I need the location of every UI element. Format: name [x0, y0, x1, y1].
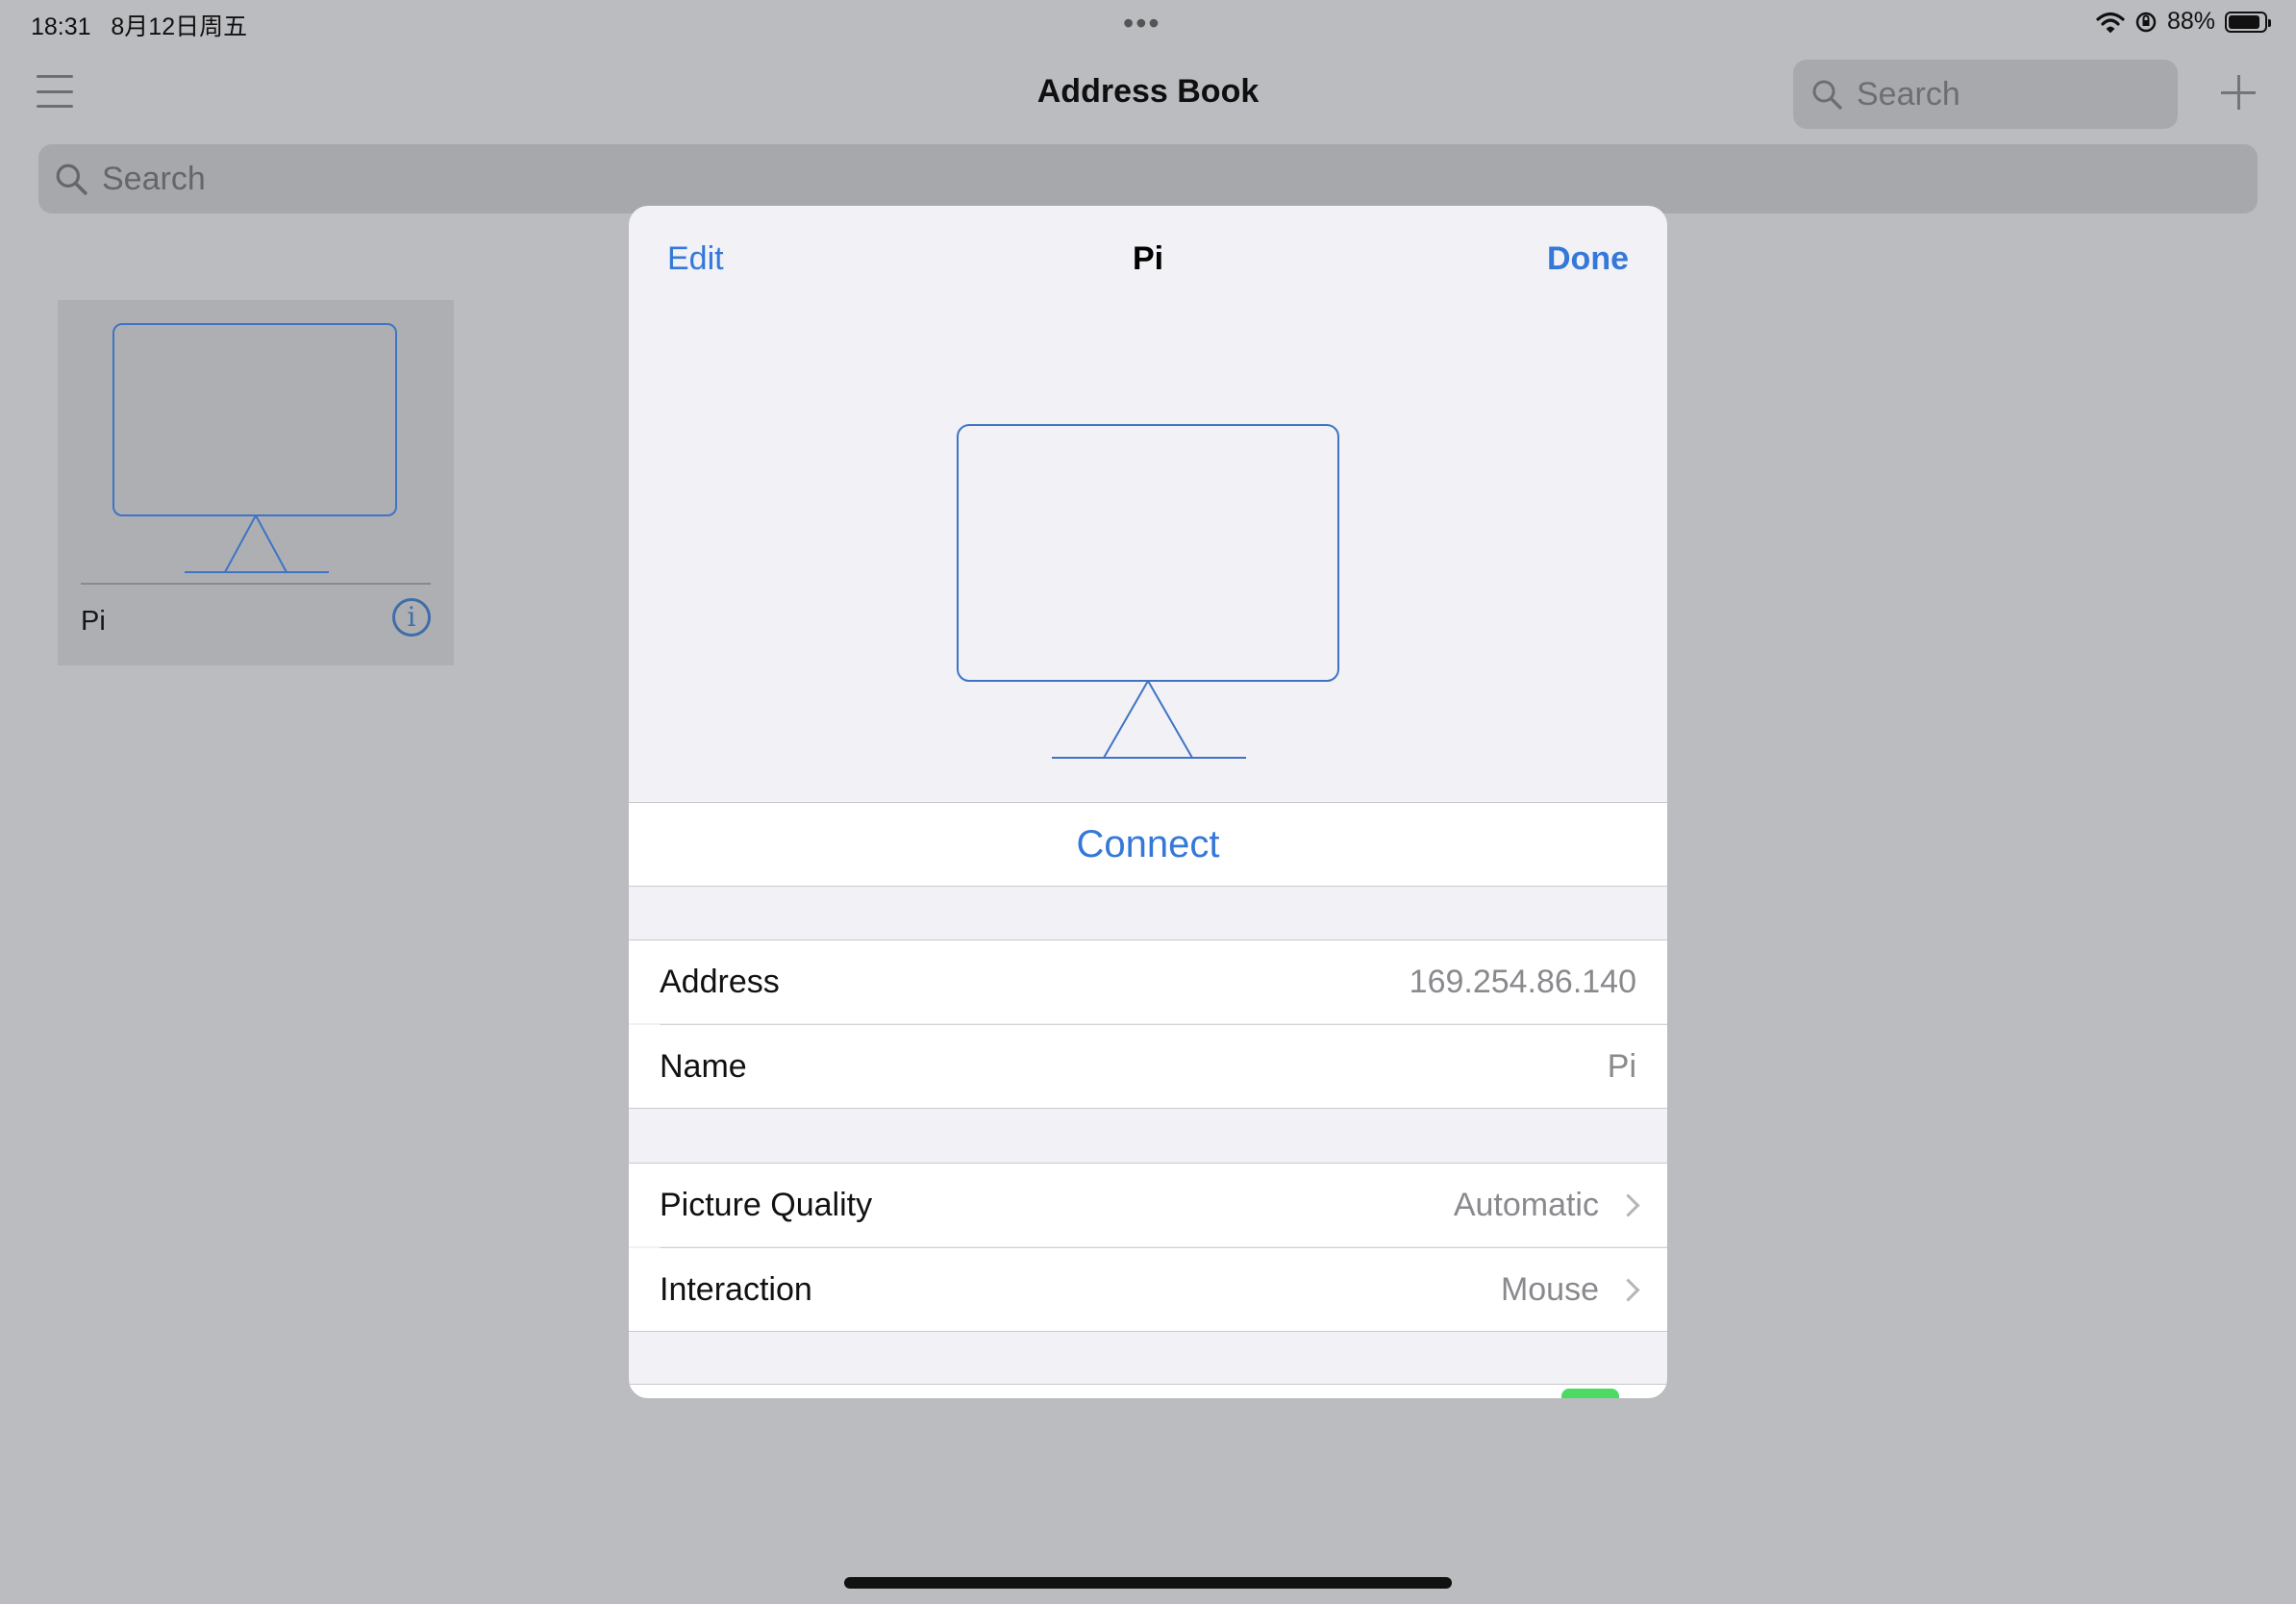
- main-search-placeholder: Search: [102, 160, 206, 197]
- picture-quality-label: Picture Quality: [660, 1186, 873, 1223]
- name-label: Name: [660, 1047, 747, 1085]
- divider: [629, 1331, 1667, 1332]
- connect-button[interactable]: Connect: [629, 803, 1667, 886]
- chevron-right-icon: [1616, 1192, 1640, 1217]
- sheet-title: Pi: [1132, 240, 1164, 277]
- search-icon: [56, 163, 87, 195]
- battery-fill: [2229, 14, 2259, 29]
- name-value: Pi: [1607, 1047, 1636, 1085]
- divider: [629, 886, 1667, 887]
- chevron-right-icon: [1616, 1277, 1640, 1302]
- partially-visible-row[interactable]: [629, 1385, 1667, 1398]
- status-bar-right: 88%: [2096, 8, 2271, 36]
- computer-icon: [957, 424, 1339, 759]
- picture-quality-value-wrap: Automatic: [1453, 1186, 1640, 1224]
- status-date: 8月12日周五: [111, 13, 248, 40]
- orientation-lock-icon: [2135, 12, 2157, 32]
- sheet-header: [629, 206, 1667, 802]
- interaction-row[interactable]: Interaction Mouse: [629, 1248, 1667, 1331]
- divider: [629, 1108, 1667, 1109]
- tile-divider: [81, 583, 431, 585]
- done-button[interactable]: Done: [1547, 240, 1629, 278]
- address-label: Address: [660, 963, 780, 1000]
- search-icon: [1812, 80, 1842, 110]
- address-row[interactable]: Address 169.254.86.140: [629, 940, 1667, 1023]
- status-bar-left: 18:31 8月12日周五: [31, 8, 247, 42]
- home-indicator[interactable]: [844, 1577, 1452, 1589]
- toggle-switch[interactable]: [1561, 1389, 1619, 1398]
- wifi-icon: [2096, 12, 2125, 33]
- interaction-label: Interaction: [660, 1270, 812, 1308]
- computer-details-sheet: Edit Pi Done Connect Address 169.254.86.…: [629, 206, 1667, 1398]
- address-book-search-field[interactable]: Search: [38, 144, 2258, 213]
- computer-name: Pi: [81, 606, 106, 637]
- multitasking-dots[interactable]: •••: [1123, 6, 1161, 41]
- status-time: 18:31: [31, 13, 91, 40]
- picture-quality-row[interactable]: Picture Quality Automatic: [629, 1164, 1667, 1246]
- interaction-value: Mouse: [1500, 1270, 1599, 1308]
- name-row[interactable]: Name Pi: [629, 1025, 1667, 1108]
- info-icon[interactable]: i: [392, 598, 431, 637]
- add-computer-button[interactable]: [2219, 73, 2258, 112]
- nav-search-placeholder: Search: [1857, 75, 1960, 113]
- nav-search-field[interactable]: Search: [1793, 60, 2178, 129]
- computer-icon: [112, 323, 397, 573]
- address-value: 169.254.86.140: [1409, 963, 1636, 1000]
- interaction-value-wrap: Mouse: [1500, 1270, 1640, 1309]
- picture-quality-value: Automatic: [1453, 1186, 1599, 1223]
- computer-tile[interactable]: Pi i: [58, 300, 454, 665]
- battery-icon: [2225, 11, 2271, 33]
- battery-percent: 88%: [2166, 8, 2215, 35]
